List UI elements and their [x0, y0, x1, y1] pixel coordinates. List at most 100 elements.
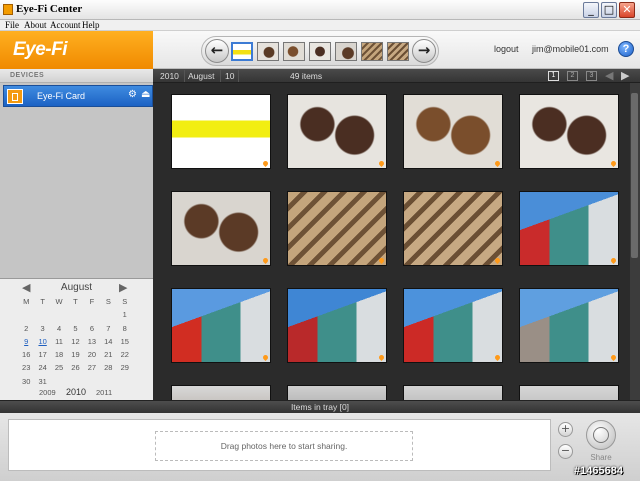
- carousel-thumb[interactable]: [309, 42, 331, 61]
- calendar-empty: [67, 308, 83, 321]
- photo-thumbnail[interactable]: [287, 191, 387, 266]
- calendar-day: 21: [104, 350, 113, 360]
- share-globe-icon[interactable]: [586, 420, 616, 450]
- calendar-empty: [84, 308, 100, 321]
- remove-button[interactable]: −: [558, 444, 573, 459]
- calendar-day: 2: [24, 323, 29, 333]
- devices-label: DEVICES: [10, 72, 45, 79]
- geotag-pin-icon: [377, 159, 386, 168]
- photo-thumbnail[interactable]: [403, 94, 503, 169]
- devices-header: DEVICES: [0, 69, 153, 83]
- photo-thumbnail[interactable]: [519, 288, 619, 363]
- drop-zone[interactable]: Drag photos here to start sharing.: [155, 431, 413, 461]
- photo-thumbnail[interactable]: [287, 385, 387, 400]
- calendar-day: 30: [22, 376, 31, 386]
- path-month[interactable]: August: [188, 71, 214, 81]
- menu-help[interactable]: Help: [82, 20, 100, 30]
- calendar-day: 28: [104, 363, 113, 373]
- path-day[interactable]: 10: [225, 71, 234, 81]
- photo-thumbnail[interactable]: [171, 191, 271, 266]
- page-prev-icon[interactable]: ◀: [605, 69, 613, 82]
- gear-icon[interactable]: ⚙: [128, 89, 137, 100]
- photo-thumbnail[interactable]: [403, 385, 503, 400]
- page-2[interactable]: 2: [567, 71, 578, 81]
- calendar-day: 31: [38, 376, 47, 386]
- calendar-day: 7: [106, 323, 111, 333]
- calendar-day[interactable]: 9: [18, 335, 34, 348]
- menu-about[interactable]: About: [24, 20, 47, 30]
- minimize-button[interactable]: _: [583, 2, 599, 18]
- carousel-prev-button[interactable]: ←: [205, 39, 229, 63]
- carousel-thumb[interactable]: [387, 42, 409, 61]
- calendar-day: 12: [71, 336, 80, 346]
- calendar-day: 29: [120, 363, 129, 373]
- geotag-pin-icon: [493, 159, 502, 168]
- calendar-day: 17: [38, 350, 47, 360]
- photo-thumbnail[interactable]: [287, 288, 387, 363]
- page-1[interactable]: 1: [548, 71, 559, 81]
- calendar-day: 18: [54, 350, 64, 360]
- calendar-empty: [51, 308, 67, 321]
- photo-thumbnail[interactable]: [171, 288, 271, 363]
- logout-link[interactable]: logout: [494, 44, 519, 54]
- calendar-day: 19: [71, 350, 80, 360]
- app-header: Eye-Fi ← → logout jim@mobile01.com ?: [0, 31, 640, 69]
- scrollbar-thumb[interactable]: [631, 93, 638, 258]
- year-2010[interactable]: 2010: [66, 387, 86, 397]
- weekday-header: F: [89, 297, 95, 306]
- calendar-day: 3: [40, 323, 45, 333]
- photo-thumbnail[interactable]: [403, 288, 503, 363]
- device-label: Eye-Fi Card: [37, 91, 86, 101]
- window-titlebar: Eye-Fi Center _ □ ✕: [0, 0, 640, 20]
- calendar-day: 20: [87, 350, 97, 360]
- account-link[interactable]: jim@mobile01.com: [532, 44, 609, 54]
- weekday-header: M: [23, 297, 30, 306]
- sharing-tray: Drag photos here to start sharing. + − S…: [0, 413, 640, 481]
- watermark: #1465684: [574, 465, 623, 477]
- calendar-day: 1: [122, 310, 127, 320]
- eject-icon[interactable]: ⏏: [141, 89, 150, 100]
- tray-title: Items in tray [0]: [290, 402, 350, 412]
- geotag-pin-icon: [377, 353, 386, 362]
- help-icon[interactable]: ?: [618, 41, 634, 57]
- geotag-pin-icon: [609, 353, 618, 362]
- maximize-button[interactable]: □: [601, 2, 617, 18]
- menu-file[interactable]: File: [5, 20, 19, 30]
- calendar: ◀ August ▶ M T W T F S S 1 2 3 4 5 6 7 8 9 10 11 12 13 14 15 1…: [0, 278, 153, 400]
- path-year[interactable]: 2010: [160, 71, 179, 81]
- photo-thumbnail[interactable]: [171, 94, 271, 169]
- photo-thumbnail[interactable]: [287, 94, 387, 169]
- share-label[interactable]: Share: [580, 453, 622, 462]
- calendar-day[interactable]: 10: [34, 335, 50, 348]
- photo-thumbnail[interactable]: [519, 94, 619, 169]
- weekday-header: W: [55, 297, 63, 306]
- carousel-thumb[interactable]: [257, 42, 279, 61]
- carousel-thumb[interactable]: [231, 42, 253, 61]
- close-button[interactable]: ✕: [619, 2, 635, 18]
- photo-thumbnail[interactable]: [171, 385, 271, 400]
- calendar-day: 11: [55, 336, 63, 346]
- calendar-next-icon[interactable]: ▶: [119, 281, 127, 294]
- year-2009[interactable]: 2009: [39, 388, 56, 397]
- vertical-scrollbar[interactable]: [630, 83, 640, 400]
- calendar-day: 5: [73, 323, 78, 333]
- add-button[interactable]: +: [558, 422, 573, 437]
- photo-thumbnail[interactable]: [519, 191, 619, 266]
- photo-thumbnail[interactable]: [403, 191, 503, 266]
- calendar-day: 27: [87, 363, 97, 373]
- carousel-thumb[interactable]: [335, 42, 357, 61]
- page-next-icon[interactable]: ▶: [621, 69, 629, 82]
- tray-dropbox[interactable]: Drag photos here to start sharing.: [8, 419, 551, 471]
- year-2011[interactable]: 2011: [96, 388, 112, 397]
- device-item-eyefi-card[interactable]: Eye-Fi Card ⚙ ⏏: [3, 85, 153, 107]
- geotag-pin-icon: [493, 256, 502, 265]
- page-3[interactable]: 3: [586, 71, 597, 81]
- carousel-next-button[interactable]: →: [412, 39, 436, 63]
- menu-account[interactable]: Account: [50, 20, 81, 30]
- logo-text: Eye-Fi: [13, 39, 68, 60]
- carousel-thumb[interactable]: [361, 42, 383, 61]
- photo-thumbnail[interactable]: [519, 385, 619, 400]
- carousel-thumb[interactable]: [283, 42, 305, 61]
- calendar-empty: [100, 375, 116, 388]
- calendar-grid: M T W T F S S 1 2 3 4 5 6 7 8 9 10 11 12 13 14 15 16 17 18 19 20 21…: [18, 295, 133, 388]
